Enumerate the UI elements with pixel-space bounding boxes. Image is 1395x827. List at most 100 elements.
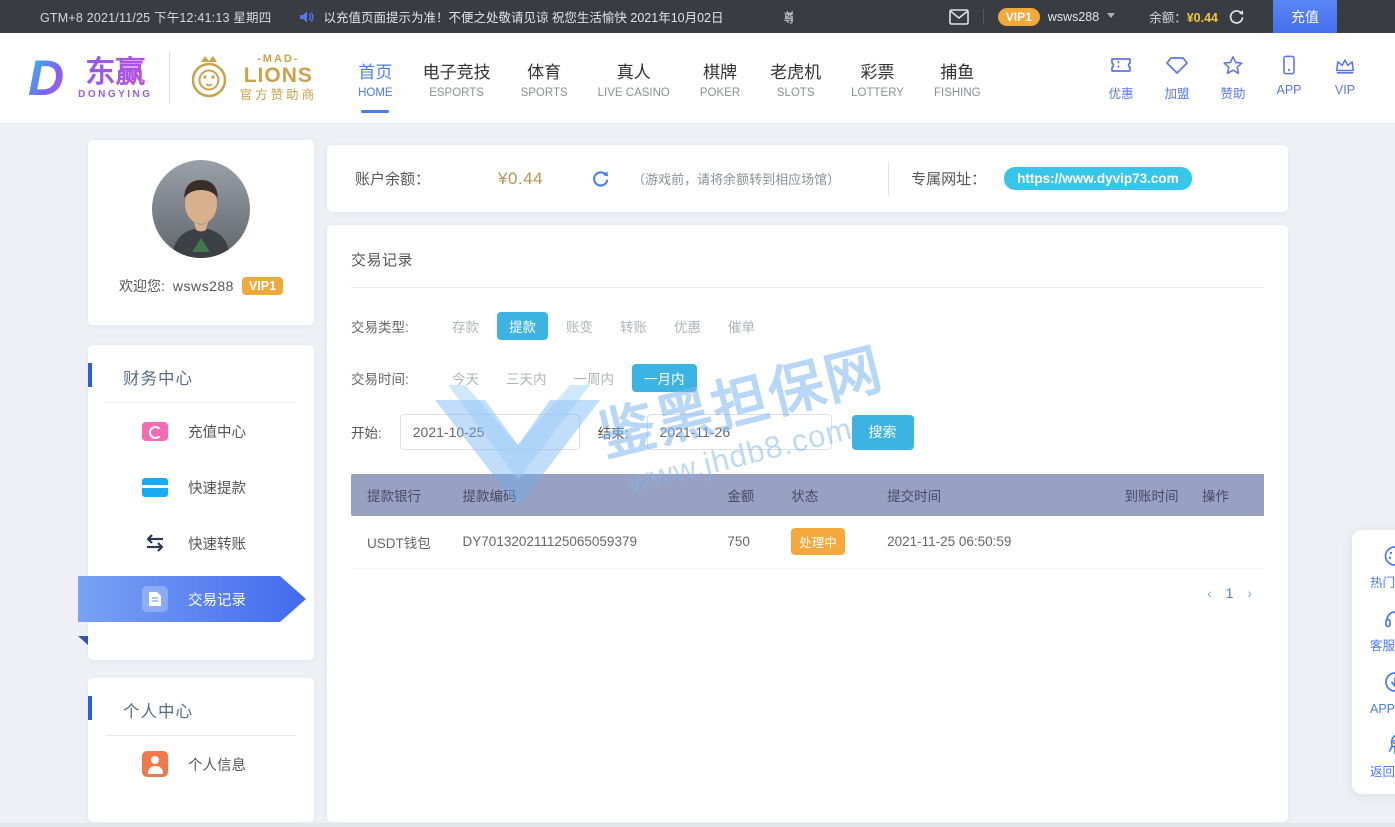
brand-logo[interactable]: D 东赢 DONGYING -MAD- LIONS 官方赞助商 <box>28 52 317 104</box>
divider <box>983 9 984 25</box>
end-date-input[interactable] <box>647 414 832 450</box>
prev-page-button[interactable]: ‹ <box>1203 585 1216 601</box>
col-action: 操作 <box>1200 474 1264 516</box>
cell-arrival-time <box>1122 516 1200 568</box>
nav-item-vip[interactable]: VIP <box>1317 55 1373 102</box>
nav-item-esports[interactable]: 电子竞技ESPORTS <box>408 58 506 99</box>
nav-item-fishing[interactable]: 捕鱼FISHING <box>919 58 996 99</box>
nav-item-sponsorship[interactable]: 赞助 <box>1205 55 1261 102</box>
download-icon <box>1383 671 1395 693</box>
sidebar-item-personal-info[interactable]: 个人信息 <box>88 736 314 792</box>
transaction-records-card: 交易记录 交易类型: 存款 提款 账变 转账 优惠 催单 交易时间: 今天 三天… <box>327 225 1288 822</box>
recharge-button[interactable]: 充值 <box>1273 0 1337 33</box>
phone-icon <box>1278 55 1300 75</box>
type-option-reminder[interactable]: 催单 <box>719 312 764 340</box>
account-balance-bar: 账户余额： ¥0.44 （游戏前，请将余额转到相应场馆） 专属网址： https… <box>327 145 1288 212</box>
pagination: ‹ 1 › <box>351 585 1264 601</box>
cell-status: 处理中 <box>789 516 885 568</box>
personal-center-card: 个人中心 个人信息 <box>88 678 314 822</box>
finance-center-card: 财务中心 充值中心 快速提款 快速转账 交易记录 <box>88 345 314 660</box>
announcement-marquee: 以充值页面提示为准！不便之处敬请见谅 祝您生活愉快 2021年10月02日 尊敬… <box>323 7 793 26</box>
refresh-balance-icon[interactable] <box>1228 8 1245 25</box>
primary-nav: 首页HOME 电子竞技ESPORTS 体育SPORTS 真人LIVE CASIN… <box>343 58 996 99</box>
nav-item-home[interactable]: 首页HOME <box>343 58 408 99</box>
cell-action <box>1200 516 1264 568</box>
ticket-icon <box>1110 55 1132 75</box>
start-date-input[interactable] <box>400 414 580 450</box>
date-range-row: 开始: 结束: 搜索 <box>351 414 1264 450</box>
exclusive-url-badge[interactable]: https://www.dyvip73.com <box>1004 167 1192 190</box>
balance-label: 余额： <box>1149 11 1187 25</box>
chevron-down-icon[interactable] <box>1107 13 1115 18</box>
sidebar-username: wsws288 <box>173 278 234 294</box>
account-balance-label: 账户余额： <box>355 168 430 189</box>
brand-name-en: DONGYING <box>78 89 152 100</box>
document-icon <box>142 586 168 612</box>
col-arrival-time: 到账时间 <box>1122 474 1200 516</box>
end-date-label: 结束: <box>598 422 629 442</box>
account-balance-value: ¥0.44 <box>498 169 543 189</box>
transaction-type-filter: 交易类型: 存款 提款 账变 转账 优惠 催单 <box>351 312 1264 340</box>
table-row: USDT钱包 DY701320211125065059379 750 处理中 2… <box>351 516 1264 568</box>
palette-icon <box>1383 545 1395 567</box>
page-number[interactable]: 1 <box>1220 585 1240 601</box>
time-option-today[interactable]: 今天 <box>443 364 488 392</box>
type-option-transfer[interactable]: 转账 <box>611 312 656 340</box>
time-option-3days[interactable]: 三天内 <box>497 364 556 392</box>
time-option-1month[interactable]: 一月内 <box>632 364 697 392</box>
refresh-balance-icon[interactable] <box>591 169 610 188</box>
nav-item-live-casino[interactable]: 真人LIVE CASINO <box>583 58 685 99</box>
sidebar-item-quick-withdraw[interactable]: 快速提款 <box>88 459 314 515</box>
sidebar-item-recharge-center[interactable]: 充值中心 <box>88 403 314 459</box>
back-to-top-button[interactable]: 返回顶部 <box>1352 725 1395 788</box>
type-option-withdraw[interactable]: 提款 <box>497 312 548 340</box>
main-navbar: D 东赢 DONGYING -MAD- LIONS 官方赞助商 首页HOME <box>0 33 1395 123</box>
brand-name-block: 东赢 DONGYING <box>78 56 152 100</box>
lion-name-text: LIONS <box>240 65 318 87</box>
nav-item-poker[interactable]: 棋牌POKER <box>685 58 755 99</box>
nav-item-sports[interactable]: 体育SPORTS <box>506 58 583 99</box>
type-option-deposit[interactable]: 存款 <box>443 312 488 340</box>
nav-item-lottery[interactable]: 彩票LOTTERY <box>836 58 919 99</box>
nav-item-slots[interactable]: 老虎机SLOTS <box>755 58 836 99</box>
marquee-message: 以充值页面提示为准！不便之处敬请见谅 祝您生活愉快 2021年10月02日 <box>323 7 723 26</box>
next-page-button[interactable]: › <box>1243 585 1256 601</box>
type-option-promo[interactable]: 优惠 <box>665 312 710 340</box>
username-text[interactable]: wsws288 <box>1048 10 1099 24</box>
rocket-icon <box>1383 734 1395 756</box>
crown-icon <box>1334 55 1356 75</box>
time-filter-label: 交易时间: <box>351 368 443 388</box>
cell-bank: USDT钱包 <box>351 516 461 568</box>
profile-card: 欢迎您: wsws288 VIP1 <box>88 140 314 325</box>
dongying-d-logo-icon: D <box>28 53 70 103</box>
mail-icon[interactable] <box>949 9 969 25</box>
nav-item-affiliate[interactable]: 加盟 <box>1149 55 1205 102</box>
sidebar-item-transaction-records[interactable]: 交易记录 <box>78 576 314 622</box>
finance-center-title: 财务中心 <box>88 345 314 389</box>
recharge-card-icon <box>142 418 168 444</box>
hot-activities-button[interactable]: 热门活动 <box>1352 536 1395 599</box>
transaction-time-filter: 交易时间: 今天 三天内 一周内 一月内 <box>351 364 1264 392</box>
balance-value: ¥0.44 <box>1187 11 1218 25</box>
topbar-user-area: VIP1 wsws288 余额：¥0.44 充值 <box>949 0 1395 33</box>
avatar[interactable] <box>152 160 250 258</box>
balance-text: 余额：¥0.44 <box>1149 7 1218 26</box>
vip-level-badge: VIP1 <box>998 8 1040 26</box>
nav-item-app[interactable]: APP <box>1261 55 1317 102</box>
col-amount: 金额 <box>725 474 789 516</box>
nav-item-promotions[interactable]: 优惠 <box>1093 55 1149 102</box>
balance-note: （游戏前，请将余额转到相应场馆） <box>632 169 840 188</box>
app-download-button[interactable]: APP下载 <box>1352 662 1395 725</box>
time-option-1week[interactable]: 一周内 <box>565 364 624 392</box>
lion-sponsor-text: 官方赞助商 <box>240 89 318 102</box>
person-icon <box>142 751 168 777</box>
customer-service-button[interactable]: 客服中心 <box>1352 599 1395 662</box>
status-badge: 处理中 <box>791 528 845 555</box>
headset-icon <box>1383 608 1395 630</box>
search-button[interactable]: 搜索 <box>852 415 914 450</box>
sidebar-item-quick-transfer[interactable]: 快速转账 <box>88 515 314 571</box>
clock-text: GTM+8 2021/11/25 下午12:41:13 星期四 <box>40 7 271 26</box>
footer-edge <box>0 823 1395 827</box>
type-option-account-change[interactable]: 账变 <box>557 312 602 340</box>
cell-submit-time: 2021-11-25 06:50:59 <box>885 516 1122 568</box>
